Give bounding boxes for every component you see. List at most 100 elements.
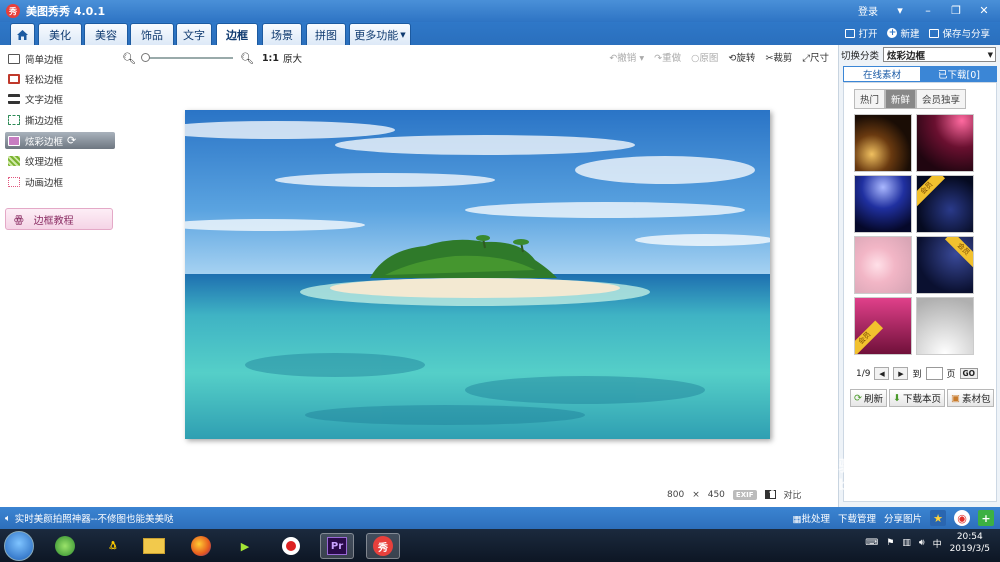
- rotate-button[interactable]: ⟲旋转: [728, 50, 755, 64]
- refresh-button[interactable]: ⟳ 刷新: [850, 389, 887, 407]
- material-thumb[interactable]: [854, 175, 912, 233]
- taskbar-record-icon[interactable]: [274, 533, 308, 559]
- zoom-slider-handle[interactable]: [140, 53, 150, 62]
- material-thumb[interactable]: 会员: [854, 297, 912, 355]
- add-icon[interactable]: +: [978, 510, 994, 526]
- image-toolbar: 🔍︎ 🔍︎ 1:1 原大 ↶撤销 ▾ ↷重做 ○原图 ⟲旋转 ✂裁剪 ⤢尺寸: [120, 45, 835, 70]
- sidebar-item-texture[interactable]: 纹理边框: [8, 152, 114, 169]
- restore-icon[interactable]: ❐: [950, 4, 962, 17]
- clock-date: 2019/3/5: [949, 544, 990, 554]
- undo-button[interactable]: ↶撤销 ▾: [609, 50, 644, 64]
- share-image-button[interactable]: 分享图片: [884, 511, 922, 525]
- taskbar-firefox-icon[interactable]: [184, 533, 218, 559]
- status-tip[interactable]: 实时美颜拍照神器--不修图也能美美哒: [15, 511, 174, 525]
- vip-badge: 会员: [855, 320, 884, 354]
- zoom-in-icon[interactable]: 🔍︎: [240, 52, 254, 65]
- category-label: 切换分类: [841, 50, 880, 62]
- crop-button[interactable]: ✂裁剪: [765, 50, 792, 64]
- taskbar-premiere-icon[interactable]: Pr: [320, 533, 354, 559]
- resize-button[interactable]: ⤢尺寸: [802, 50, 829, 64]
- subtab-new[interactable]: 新鲜: [885, 89, 917, 109]
- sidebar-item-label: 撕边边框: [25, 115, 64, 127]
- original-size-button[interactable]: 原大: [283, 51, 302, 65]
- volume-icon[interactable]: 🔊︎: [919, 538, 925, 548]
- taskbar-explorer-icon[interactable]: [137, 533, 171, 559]
- save-icon: [929, 28, 940, 38]
- weibo-icon[interactable]: ◉: [954, 510, 970, 526]
- menu-icon[interactable]: ▾: [894, 4, 906, 17]
- new-button[interactable]: + 新建: [887, 26, 919, 40]
- download-manager-button[interactable]: 下载管理: [838, 511, 876, 525]
- sidebar-item-animated[interactable]: 动画边框: [8, 173, 114, 190]
- material-thumb[interactable]: [854, 236, 912, 294]
- sidebar-item-torn[interactable]: 撕边边框: [8, 111, 114, 128]
- sidebar-item-colorful[interactable]: 炫彩边框 ⟳: [5, 132, 115, 149]
- open-button[interactable]: 打开: [845, 26, 877, 40]
- frame-icon: [8, 114, 20, 125]
- original-image-button[interactable]: ○原图: [691, 50, 718, 64]
- tab-scene[interactable]: 场景: [262, 23, 302, 45]
- next-page-button[interactable]: ▶: [893, 367, 909, 380]
- goto-label: 到: [912, 370, 922, 380]
- vip-badge: 会员: [917, 176, 946, 207]
- batch-button[interactable]: ▦批处理: [792, 511, 830, 525]
- redo-button[interactable]: ↷重做: [654, 50, 681, 64]
- frame-icon: [8, 73, 20, 84]
- exif-button[interactable]: EXIF: [732, 489, 757, 500]
- workspace: 简单边框 轻松边框 文字边框 撕边边框 炫彩边框 ⟳ 纹理边框 动画边框 ꙮ 边框…: [0, 45, 1000, 507]
- download-page-label: 下载本页: [902, 394, 941, 405]
- tab-collage[interactable]: 拼图: [306, 23, 346, 45]
- material-thumb[interactable]: [916, 114, 974, 172]
- clock[interactable]: 20:54 2019/3/5: [950, 531, 990, 555]
- rotate-label: 旋转: [736, 53, 756, 64]
- tab-face[interactable]: 美容: [84, 23, 128, 45]
- sidebar-item-easy[interactable]: 轻松边框: [8, 70, 114, 87]
- zoom-1-1-button[interactable]: 1:1: [262, 53, 279, 64]
- app-logo: 秀: [6, 4, 20, 18]
- save-share-button[interactable]: 保存与分享: [929, 26, 990, 40]
- minimize-icon[interactable]: –: [922, 4, 934, 17]
- photo-canvas[interactable]: [185, 110, 770, 439]
- start-button[interactable]: [4, 531, 34, 561]
- batch-label: 批处理: [801, 514, 830, 525]
- taskbar-qq-icon[interactable]: 🐧︎: [96, 533, 130, 559]
- material-thumb[interactable]: [916, 297, 974, 355]
- network-icon[interactable]: ▥: [902, 538, 911, 548]
- frame-icon: [8, 53, 20, 64]
- tab-online-materials[interactable]: 在线素材: [843, 66, 921, 82]
- star-icon[interactable]: ★: [930, 510, 946, 526]
- tab-frame[interactable]: 边框: [216, 23, 258, 46]
- go-button[interactable]: GO: [959, 368, 979, 379]
- flag-icon[interactable]: ⚑: [886, 538, 894, 548]
- prev-page-button[interactable]: ◀: [874, 367, 890, 380]
- material-thumb[interactable]: [854, 114, 912, 172]
- subtab-hot[interactable]: 热门: [854, 89, 886, 109]
- tab-beautify[interactable]: 美化: [38, 23, 82, 45]
- sidebar-item-simple[interactable]: 简单边框: [8, 50, 114, 67]
- login-link[interactable]: 登录: [858, 3, 878, 18]
- ime-icon[interactable]: 中: [933, 537, 942, 550]
- tab-accessories[interactable]: 饰品: [130, 23, 174, 45]
- tab-more[interactable]: 更多功能 ▼: [349, 23, 411, 45]
- frame-tutorial-button[interactable]: ꙮ 边框教程: [5, 208, 113, 230]
- category-select[interactable]: 炫彩边框: [883, 47, 997, 62]
- tab-text[interactable]: 文字: [176, 23, 212, 45]
- material-pack-button[interactable]: ▣ 素材包: [946, 389, 995, 407]
- taskbar-meitu-icon[interactable]: 秀: [366, 533, 400, 559]
- close-icon[interactable]: ✕: [978, 4, 990, 17]
- material-thumb[interactable]: 会员: [916, 236, 974, 294]
- subtab-vip[interactable]: 会员独享: [916, 89, 967, 109]
- cursor-icon: ⟳: [67, 134, 77, 147]
- zoom-slider[interactable]: [140, 53, 233, 62]
- keyboard-icon[interactable]: ⌨: [865, 538, 878, 548]
- taskbar-video-icon[interactable]: ▶: [228, 533, 262, 559]
- material-thumb[interactable]: 会员: [916, 175, 974, 233]
- page-input[interactable]: [925, 367, 943, 380]
- download-page-button[interactable]: ⬇ 下载本页: [888, 389, 945, 407]
- zoom-out-icon[interactable]: 🔍︎: [122, 52, 136, 65]
- tab-downloaded[interactable]: 已下载[0]: [921, 66, 997, 82]
- home-tab[interactable]: [10, 23, 35, 45]
- baidu-watermark: Baidu 经验 jingyan.baidu.com: [770, 457, 926, 494]
- sidebar-item-text[interactable]: 文字边框: [8, 90, 114, 107]
- taskbar-browser-icon[interactable]: [48, 533, 82, 559]
